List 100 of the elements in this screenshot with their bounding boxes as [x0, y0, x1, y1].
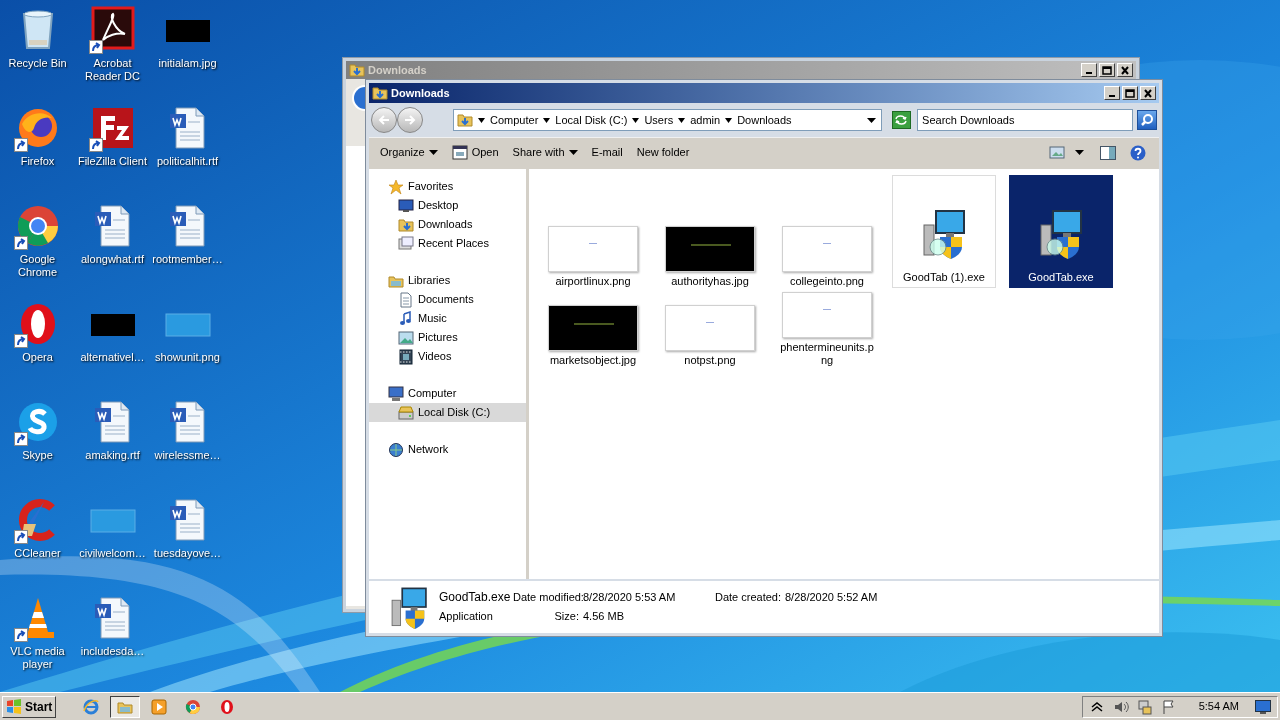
toolbar-button[interactable]: E-mail — [585, 141, 629, 164]
toolbar-button[interactable]: Open — [445, 141, 505, 164]
breadcrumb-arrow-icon[interactable] — [678, 117, 686, 123]
nav-item[interactable]: Pictures — [369, 328, 526, 347]
star-icon — [388, 178, 404, 195]
icon-label: Firefox — [19, 155, 56, 168]
breadcrumb-arrow-icon[interactable] — [725, 117, 733, 123]
icon-label: FileZilla Client — [76, 155, 149, 168]
maximize-button[interactable] — [1122, 86, 1138, 100]
start-button[interactable]: Start — [2, 695, 57, 718]
maximize-icon — [1123, 86, 1137, 100]
icon-label: alternativel… — [79, 351, 146, 364]
window-title: Downloads — [368, 62, 428, 78]
nav-item[interactable]: Videos — [369, 347, 526, 366]
document-icon — [398, 291, 414, 308]
clock[interactable]: 5:54 AM — [1198, 698, 1239, 715]
globe-icon — [388, 441, 404, 458]
maximize-button[interactable] — [1099, 63, 1115, 77]
nav-item[interactable]: Network — [369, 440, 526, 459]
breadcrumb[interactable]: Downloads — [737, 111, 792, 129]
network-icon[interactable] — [1136, 698, 1153, 715]
nav-item[interactable]: Libraries — [369, 271, 526, 290]
close-button[interactable] — [1140, 86, 1156, 100]
caret-icon[interactable] — [1075, 150, 1084, 155]
file-item[interactable]: notpst.png — [658, 305, 762, 367]
icon-label: civilwelcom… — [78, 547, 147, 560]
minimize-icon — [1109, 95, 1115, 97]
film-icon — [398, 348, 414, 365]
toolbar-button[interactable]: Share with — [506, 141, 584, 164]
detail-value: 4.56 MB — [583, 609, 625, 624]
detail-label: Date modified: — [513, 590, 583, 605]
minimize-button[interactable] — [1104, 86, 1120, 100]
flag-icon[interactable] — [1160, 698, 1177, 715]
nav-item[interactable]: Recent Places — [369, 234, 526, 253]
file-item[interactable]: GoodTab.exe — [1009, 175, 1113, 288]
nav-item[interactable]: Local Disk (C:) — [369, 403, 526, 422]
nav-item[interactable]: Downloads — [369, 215, 526, 234]
icon-label: Google Chrome — [16, 253, 59, 279]
back-button[interactable] — [371, 107, 397, 133]
maximize-icon — [1100, 63, 1114, 77]
help-icon[interactable] — [1130, 144, 1146, 161]
close-button[interactable] — [1117, 63, 1133, 77]
toolbar-button[interactable]: New folder — [630, 141, 696, 164]
nav-item[interactable]: Music — [369, 309, 526, 328]
music-note-icon — [398, 310, 414, 327]
breadcrumb-arrow-icon[interactable] — [478, 117, 485, 123]
icon-label: amaking.rtf — [84, 449, 141, 462]
file-item[interactable]: airportlinux.png — [541, 226, 645, 288]
breadcrumb[interactable]: Computer — [490, 111, 539, 129]
image-icon — [398, 329, 414, 346]
shortcut-app-icon[interactable] — [88, 6, 137, 54]
nav-item[interactable]: Favorites — [369, 177, 526, 196]
nav-item[interactable]: Computer — [369, 384, 526, 403]
icon-label: initialam.jpg — [157, 57, 218, 70]
icon-label: Opera — [21, 351, 54, 364]
toolbar-button[interactable]: Organize — [374, 141, 444, 164]
icon-label: wirelessme… — [153, 449, 222, 462]
window-icon — [451, 145, 468, 160]
address-bar[interactable]: Computer Local Disk (C:) Users admin Downloads — [453, 109, 882, 131]
dropdown-arrow-icon[interactable] — [866, 117, 876, 123]
icon-label: politicalhit.rtf — [155, 155, 220, 168]
icon-label: includesda… — [79, 645, 146, 658]
folder-icon — [349, 62, 365, 78]
monitor-icon — [398, 197, 414, 214]
detail-value: 8/28/2020 5:53 AM — [583, 590, 677, 605]
file-item[interactable]: collegeinto.png — [775, 226, 879, 288]
taskbar-button[interactable] — [110, 695, 141, 718]
icon-label: tuesdayove… — [152, 547, 223, 560]
browser-icon — [83, 698, 100, 715]
breadcrumb-arrow-icon[interactable] — [632, 117, 640, 123]
show-desktop-icon[interactable] — [1255, 699, 1271, 714]
drive-icon — [398, 404, 414, 421]
folder-icon — [457, 112, 473, 128]
file-item[interactable]: phentermineunits.png — [775, 292, 879, 367]
detail-label: Date created: — [713, 590, 782, 605]
icon-label: CCleaner — [13, 547, 62, 560]
preview-pane-icon[interactable] — [1100, 145, 1116, 160]
nav-item[interactable]: Desktop — [369, 196, 526, 215]
right-arrow-icon — [403, 114, 417, 126]
left-arrow-icon — [377, 114, 391, 126]
search-field[interactable]: Search Downloads — [917, 109, 1134, 131]
breadcrumb[interactable]: Users — [644, 111, 674, 129]
windows-logo — [6, 699, 22, 714]
minimize-button[interactable] — [1081, 63, 1097, 77]
icon-label: rootmember… — [151, 253, 224, 266]
file-item[interactable]: GoodTab (1).exe — [892, 175, 996, 288]
icon-label: Acrobat Reader DC — [84, 57, 141, 83]
nav-item[interactable]: Documents — [369, 290, 526, 309]
folder-icon — [372, 85, 388, 101]
file-item[interactable]: authorityhas.jpg — [658, 226, 762, 288]
breadcrumb[interactable]: Local Disk (C:) — [555, 111, 628, 129]
refresh-button[interactable] — [891, 111, 912, 129]
breadcrumb-arrow-icon[interactable] — [543, 117, 551, 123]
forward-button[interactable] — [397, 107, 423, 133]
file-type: Application — [439, 609, 494, 624]
search-button[interactable] — [1137, 110, 1157, 130]
file-item[interactable]: marketsobject.jpg — [541, 305, 645, 367]
browser-icon — [185, 698, 202, 715]
icon-label: Skype — [21, 449, 54, 462]
breadcrumb[interactable]: admin — [690, 111, 721, 129]
